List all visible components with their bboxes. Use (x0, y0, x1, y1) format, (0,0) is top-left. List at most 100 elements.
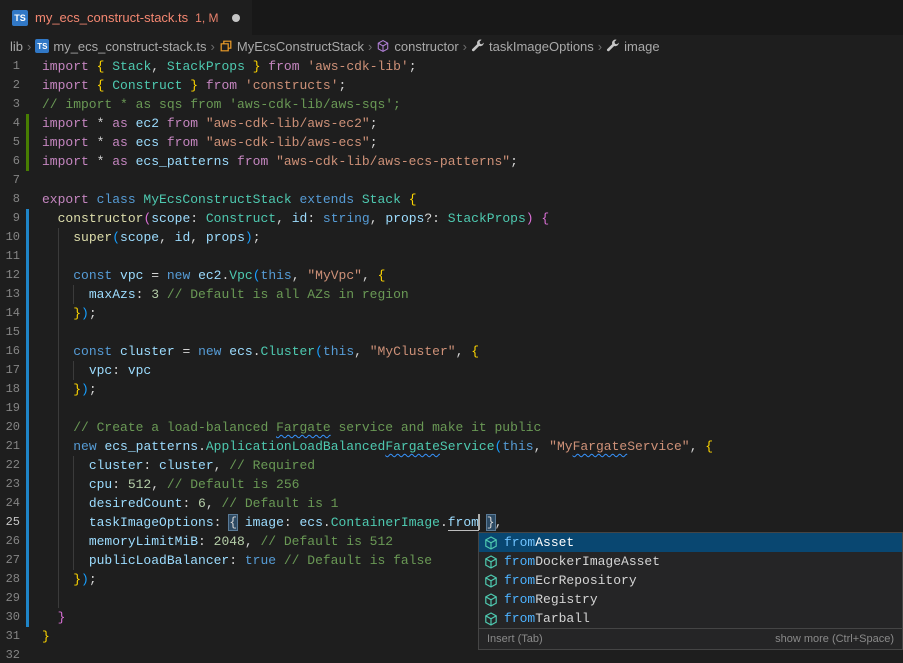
tab-my-ecs-construct-stack[interactable]: TS my_ecs_construct-stack.ts 1, M (0, 0, 252, 35)
code-line-12[interactable]: 12 const vpc = new ec2.Vpc(this, "MyVpc"… (0, 266, 903, 285)
code-token: , (292, 268, 308, 283)
code-line-5[interactable]: 5import * as ecs from "aws-cdk-lib/aws-e… (0, 133, 903, 152)
breadcrumb-item-taskimageoptions[interactable]: taskImageOptions (471, 39, 594, 54)
breadcrumb-separator: › (598, 39, 602, 54)
line-number: 5 (0, 133, 20, 152)
class-icon (219, 39, 233, 53)
code-line-6[interactable]: 6import * as ecs_patterns from "aws-cdk-… (0, 152, 903, 171)
breadcrumb-item-constructor[interactable]: constructor (376, 39, 458, 54)
code-token (42, 439, 73, 454)
code-line-20[interactable]: 20 // Create a load-balanced Fargate ser… (0, 418, 903, 437)
suggest-show-more-hint[interactable]: show more (Ctrl+Space) (775, 633, 894, 645)
suggest-item-fromTarball[interactable]: fromTarball (479, 609, 902, 628)
code-line-25[interactable]: 25 taskImageOptions: { image: ecs.Contai… (0, 513, 903, 532)
code-line-11[interactable]: 11 (0, 247, 903, 266)
line-number: 14 (0, 304, 20, 323)
code-token: ec2 (198, 268, 221, 283)
breadcrumb-item-my-ecs-construct-stack-ts[interactable]: TSmy_ecs_construct-stack.ts (35, 39, 206, 54)
code-line-13[interactable]: 13 maxAzs: 3 // Default is all AZs in re… (0, 285, 903, 304)
code-token (42, 268, 73, 283)
code-line-16[interactable]: 16 const cluster = new ecs.Cluster(this,… (0, 342, 903, 361)
code-token: this (502, 439, 533, 454)
code-token (42, 382, 73, 397)
code-token: : (136, 287, 152, 302)
code-token: { (378, 268, 386, 283)
suggest-item-fromEcrRepository[interactable]: fromEcrRepository (479, 571, 902, 590)
breadcrumb-separator: › (211, 39, 215, 54)
line-number: 13 (0, 285, 20, 304)
code-line-21[interactable]: 21 new ecs_patterns.ApplicationLoadBalan… (0, 437, 903, 456)
line-number: 20 (0, 418, 20, 437)
code-line-8[interactable]: 8export class MyEcsConstructStack extend… (0, 190, 903, 209)
code-token: new (198, 344, 229, 359)
code-line-22[interactable]: 22 cluster: cluster, // Required (0, 456, 903, 475)
code-token: * (97, 154, 113, 169)
suggest-status-bar: Insert (Tab) show more (Ctrl+Space) (479, 628, 902, 649)
code-token: , (206, 496, 222, 511)
code-token: from (167, 116, 206, 131)
suggest-rest-text: Asset (535, 535, 574, 550)
code-token: ) (81, 382, 89, 397)
code-token: Construct (206, 211, 276, 226)
code-line-23[interactable]: 23 cpu: 512, // Default is 256 (0, 475, 903, 494)
line-number: 25 (0, 513, 20, 532)
code-token: id (292, 211, 308, 226)
code-token: Stack (362, 192, 409, 207)
code-token: , (159, 230, 175, 245)
suggest-item-fromRegistry[interactable]: fromRegistry (479, 590, 902, 609)
code-token: } (42, 629, 50, 644)
code-token: } (58, 610, 66, 625)
code-line-10[interactable]: 10 super(scope, id, props); (0, 228, 903, 247)
code-token: ( (253, 268, 261, 283)
code-line-18[interactable]: 18 }); (0, 380, 903, 399)
code-token: import (42, 154, 97, 169)
code-token (42, 458, 89, 473)
method-icon (483, 611, 499, 627)
code-line-17[interactable]: 17 vpc: vpc (0, 361, 903, 380)
code-token: const (73, 268, 120, 283)
code-line-4[interactable]: 4import * as ec2 from "aws-cdk-lib/aws-e… (0, 114, 903, 133)
git-gutter-added[interactable] (26, 114, 29, 171)
code-line-7[interactable]: 7 (0, 171, 903, 190)
code-token: "MyCluster" (370, 344, 456, 359)
code-token: vpc (120, 268, 151, 283)
code-token (42, 477, 89, 492)
git-gutter-modified[interactable] (26, 209, 29, 627)
tab-bar: TS my_ecs_construct-stack.ts 1, M (0, 0, 903, 35)
line-number: 12 (0, 266, 20, 285)
code-line-1[interactable]: 1import { Stack, StackProps } from 'aws-… (0, 57, 903, 76)
code-line-15[interactable]: 15 (0, 323, 903, 342)
code-token: ; (510, 154, 518, 169)
code-token: ecs_patterns (104, 439, 198, 454)
code-token: maxAzs (89, 287, 136, 302)
code-token: Fargate (385, 439, 440, 454)
line-number: 10 (0, 228, 20, 247)
code-token: , (456, 344, 472, 359)
suggest-item-fromDockerImageAsset[interactable]: fromDockerImageAsset (479, 552, 902, 571)
line-number: 17 (0, 361, 20, 380)
dirty-indicator-dot[interactable] (232, 14, 240, 22)
suggest-item-fromAsset[interactable]: fromAsset (479, 533, 902, 552)
line-number: 4 (0, 114, 20, 133)
code-line-14[interactable]: 14 }); (0, 304, 903, 323)
code-line-3[interactable]: 3// import * as sqs from 'aws-cdk-lib/aw… (0, 95, 903, 114)
code-line-9[interactable]: 9 constructor(scope: Construct, id: stri… (0, 209, 903, 228)
code-token: // Required (229, 458, 315, 473)
code-line-24[interactable]: 24 desiredCount: 6, // Default is 1 (0, 494, 903, 513)
code-line-19[interactable]: 19 (0, 399, 903, 418)
code-token: const (73, 344, 120, 359)
code-token: ec2 (136, 116, 167, 131)
code-token: ApplicationLoadBalanced (206, 439, 385, 454)
line-number: 15 (0, 323, 20, 342)
code-token: cluster (89, 458, 144, 473)
typescript-icon: TS (12, 10, 28, 26)
breadcrumb-item-myecsconstructstack[interactable]: MyEcsConstructStack (219, 39, 364, 54)
breadcrumb-item-image[interactable]: image (606, 39, 659, 54)
breadcrumb: lib › TSmy_ecs_construct-stack.ts › MyEcsCon… (0, 35, 903, 57)
code-token (42, 420, 73, 435)
code-token: string (323, 211, 370, 226)
code-line-2[interactable]: 2import { Construct } from 'constructs'; (0, 76, 903, 95)
breadcrumb-item-lib[interactable]: lib (10, 39, 23, 54)
code-token (42, 287, 89, 302)
code-token: ; (89, 306, 97, 321)
